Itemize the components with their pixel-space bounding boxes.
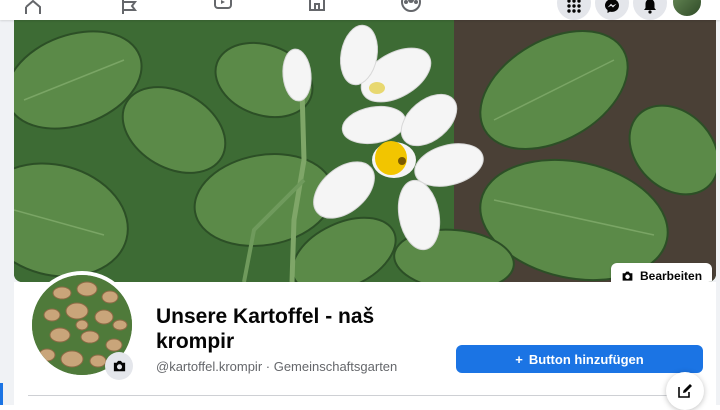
page-title: Unsere Kartoffel - naš krompir [156,305,375,353]
notifications-button[interactable] [633,0,667,20]
flag-icon[interactable] [116,0,142,16]
account-avatar[interactable] [671,0,703,18]
menu-grid-button[interactable] [557,0,591,20]
left-accent-bar [0,383,3,405]
add-button-button[interactable]: + Button hinzufügen [456,345,703,373]
edit-cover-label: Bearbeiten [640,269,703,282]
cover-photo: Bearbeiten [14,20,716,282]
section-divider [28,395,688,396]
marketplace-icon[interactable] [304,0,330,16]
top-navigation-bar [0,0,720,20]
menu-grid-icon [567,0,581,13]
page-username-category: @kartoffel.krompir · Gemeinschaftsgarten [156,359,398,374]
messenger-icon [605,0,619,13]
video-icon[interactable] [210,0,236,16]
home-icon[interactable] [20,0,46,16]
plus-icon: + [515,351,523,367]
edit-cover-button[interactable]: Bearbeiten [611,263,713,282]
groups-icon[interactable] [398,0,424,16]
notifications-icon [644,0,656,14]
compose-icon [678,384,692,398]
camera-icon [113,360,125,371]
messenger-button[interactable] [595,0,629,20]
camera-icon [622,271,633,281]
change-profile-picture-button[interactable] [105,352,133,380]
add-button-label: Button hinzufügen [528,351,644,367]
new-message-button[interactable] [666,372,704,410]
